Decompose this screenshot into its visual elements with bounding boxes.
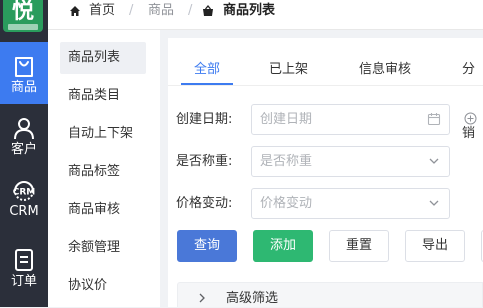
tab-on-shelf[interactable]: 已上架 xyxy=(269,38,308,86)
crm-icon-text: CRM xyxy=(13,188,36,198)
rail-item-label: 商品 xyxy=(10,80,37,95)
order-document-icon xyxy=(0,248,48,272)
chevron-right-icon xyxy=(198,292,206,307)
rail-item-products[interactable]: 商品 xyxy=(0,42,48,104)
active-tab-indicator xyxy=(181,83,233,85)
query-button[interactable]: 查询 xyxy=(177,230,237,262)
add-button[interactable]: 添加 xyxy=(253,230,313,262)
breadcrumb-home[interactable]: 首页 xyxy=(89,0,115,24)
subnav-item-product-list[interactable]: 商品列表 xyxy=(60,42,146,74)
top-bar: 首页 / 商品 / 商品列表 xyxy=(48,0,483,30)
breadcrumb-products[interactable]: 商品 xyxy=(148,0,174,24)
crm-icon: CRM xyxy=(0,178,48,202)
rail-item-label: 客户 xyxy=(10,142,37,157)
subnav-item-review[interactable]: 商品审核 xyxy=(60,194,146,226)
chevron-down-icon xyxy=(427,154,441,168)
secondary-sidebar: 商品列表 商品类目 自动上下架 商品标签 商品审核 余额管理 协议价 xyxy=(48,30,160,307)
main-panel: 全部 已上架 信息审核 分销 创建日期: 是否称重: 价格变动: 查询 添加 重… xyxy=(168,38,483,307)
subnav-item-auto-listing[interactable]: 自动上下架 xyxy=(60,118,146,150)
weigh-label: 是否称重: xyxy=(176,154,233,169)
created-date-picker[interactable] xyxy=(251,104,450,135)
tab-all[interactable]: 全部 xyxy=(194,38,220,86)
home-icon[interactable] xyxy=(69,5,81,17)
subnav-item-balance[interactable]: 余额管理 xyxy=(60,232,146,264)
price-change-label: 价格变动: xyxy=(176,196,233,211)
rail-item-orders[interactable]: 订单 xyxy=(0,236,48,298)
calendar-icon xyxy=(427,112,441,126)
advanced-filter-toggle[interactable]: 高级筛选 xyxy=(177,282,483,307)
subnav-item-agreement-price[interactable]: 协议价 xyxy=(60,270,146,302)
created-date-input[interactable] xyxy=(252,105,412,134)
main-nav-rail: 悦 商品 客户 CRM CRM 订单 xyxy=(0,0,48,307)
breadcrumb-separator: / xyxy=(129,3,134,18)
add-circle-icon[interactable] xyxy=(464,112,477,125)
price-change-select[interactable] xyxy=(251,188,450,219)
weigh-select-input[interactable] xyxy=(252,147,412,176)
status-tabs: 全部 已上架 信息审核 分销 xyxy=(168,38,483,141)
created-date-label: 创建日期: xyxy=(176,112,233,127)
shopping-bag-icon xyxy=(0,54,48,78)
breadcrumb-separator: / xyxy=(188,3,193,18)
weigh-select[interactable] xyxy=(251,146,450,177)
shop-basket-icon xyxy=(202,4,214,17)
subnav-item-categories[interactable]: 商品类目 xyxy=(60,80,146,112)
user-icon xyxy=(0,116,48,140)
price-change-select-input[interactable] xyxy=(252,189,412,218)
chevron-down-icon xyxy=(427,196,441,210)
reset-button[interactable]: 重置 xyxy=(329,230,389,262)
advanced-filter-label: 高级筛选 xyxy=(226,291,279,306)
tab-info-review[interactable]: 信息审核 xyxy=(359,38,411,86)
rail-item-label: 订单 xyxy=(10,274,37,289)
breadcrumb-current: 商品列表 xyxy=(223,3,276,18)
rail-item-label: CRM xyxy=(9,204,39,219)
logo-glyph: 悦 xyxy=(11,0,34,24)
subnav-item-tags[interactable]: 商品标签 xyxy=(60,156,146,188)
app-logo[interactable]: 悦 xyxy=(3,0,43,32)
rail-item-customers[interactable]: 客户 xyxy=(0,104,48,166)
tab-distribution[interactable]: 分销 xyxy=(462,38,483,141)
rail-item-crm[interactable]: CRM CRM xyxy=(0,166,48,228)
export-button[interactable]: 导出 xyxy=(405,230,465,262)
